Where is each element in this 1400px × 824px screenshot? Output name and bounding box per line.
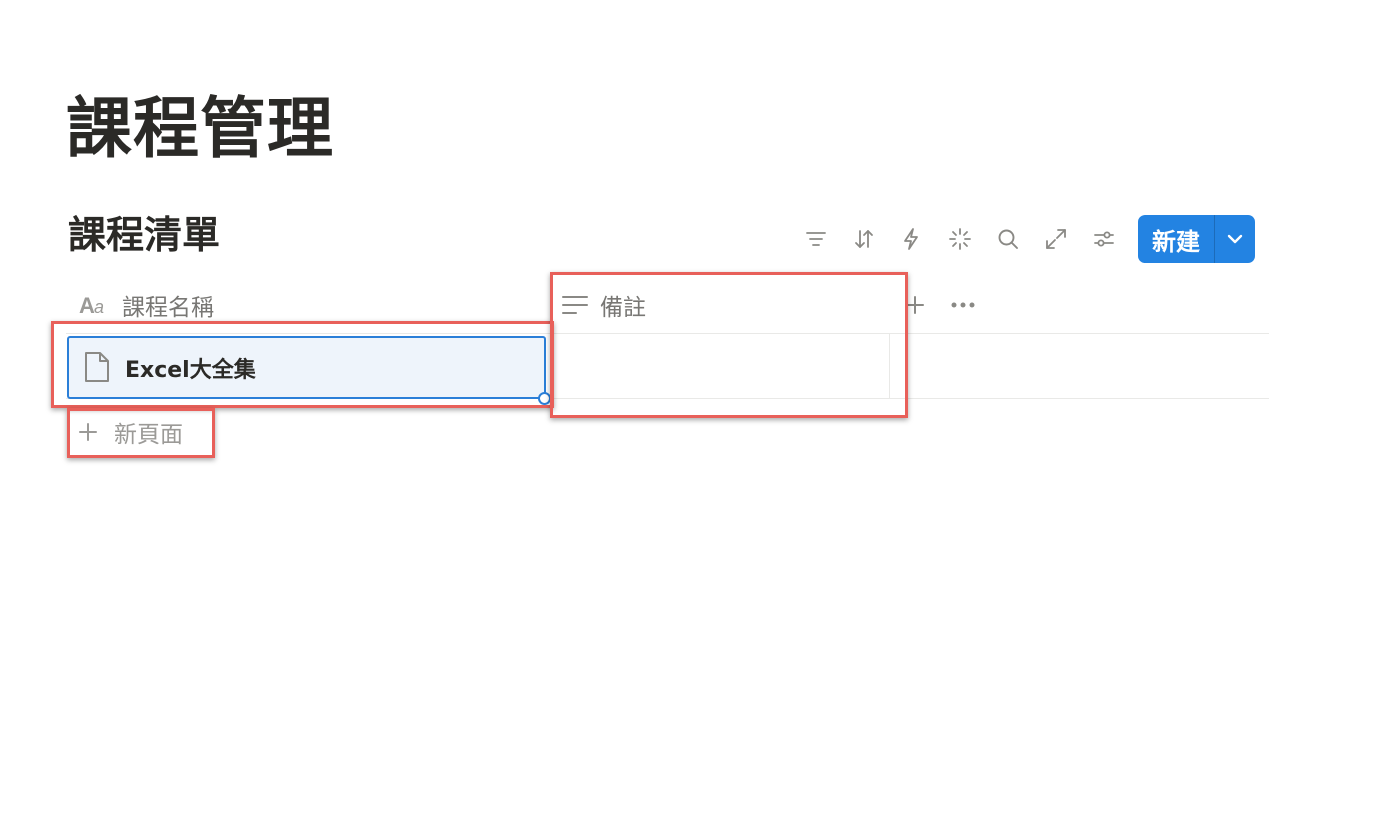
svg-text:A: A bbox=[79, 294, 95, 316]
column-header-label: 課程名稱 bbox=[122, 295, 214, 321]
svg-text:a: a bbox=[94, 297, 104, 316]
column-header-note[interactable]: 備註 bbox=[562, 285, 646, 325]
new-button[interactable]: 新建 bbox=[1138, 215, 1214, 263]
more-horizontal-icon bbox=[951, 302, 975, 308]
settings-icon[interactable] bbox=[1088, 222, 1120, 256]
new-button-dropdown[interactable] bbox=[1215, 215, 1255, 263]
text-lines-icon bbox=[562, 294, 588, 316]
expand-icon[interactable] bbox=[1040, 222, 1072, 256]
ai-sparkle-icon[interactable] bbox=[944, 222, 976, 256]
page-title: 課程管理 bbox=[66, 90, 334, 167]
new-page-label: 新頁面 bbox=[114, 422, 183, 448]
cell-resize-handle[interactable] bbox=[538, 392, 551, 405]
table-row-note-cell[interactable] bbox=[557, 338, 887, 396]
sort-icon[interactable] bbox=[848, 222, 880, 256]
header-divider bbox=[66, 333, 1269, 334]
page-document-icon bbox=[83, 351, 113, 385]
new-page-button[interactable]: 新頁面 bbox=[78, 414, 183, 450]
search-icon[interactable] bbox=[992, 222, 1024, 256]
automation-icon[interactable] bbox=[895, 222, 927, 256]
filter-icon[interactable] bbox=[800, 222, 832, 256]
column-header-label: 備註 bbox=[600, 295, 646, 321]
plus-icon bbox=[906, 296, 924, 314]
more-options-button[interactable] bbox=[949, 285, 977, 325]
new-button-group: 新建 bbox=[1138, 215, 1255, 263]
database-title[interactable]: 課程清單 bbox=[68, 216, 220, 254]
plus-icon bbox=[79, 423, 97, 441]
column-header-name[interactable]: A a 課程名稱 bbox=[79, 285, 214, 325]
page: 課程管理 課程清單 新建 A a 課程名稱 備註 Excel大全集 新頁面 bbox=[0, 0, 1400, 824]
title-aa-icon: A a bbox=[79, 294, 110, 316]
column-divider bbox=[889, 334, 890, 398]
row-title: Excel大全集 bbox=[125, 357, 256, 383]
table-row-name-cell[interactable]: Excel大全集 bbox=[67, 336, 546, 399]
add-column-button[interactable] bbox=[902, 285, 928, 325]
chevron-down-icon bbox=[1227, 234, 1243, 244]
